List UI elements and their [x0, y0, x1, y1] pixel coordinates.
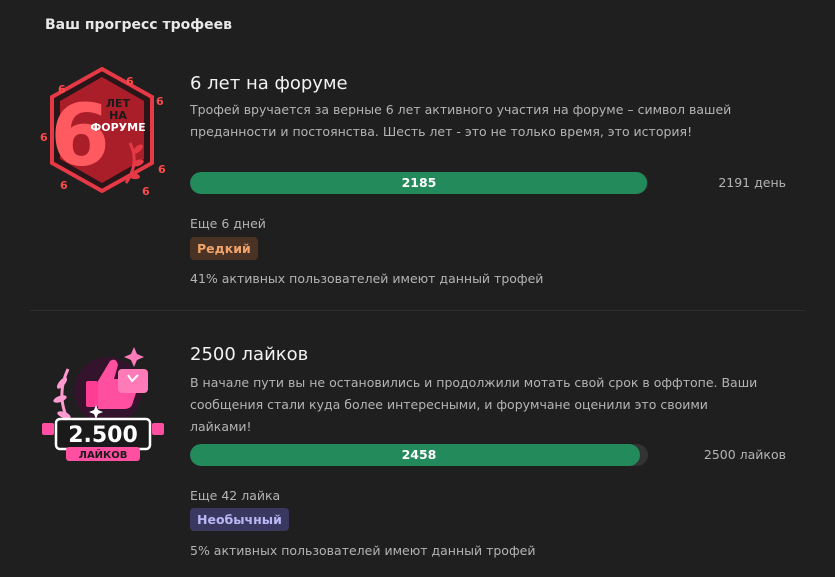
trophy-card-six-years: 6 ЛЕТ НА ФОРУМЕ 6 6 6 6 6 6 6 6 лет на ф… [0, 55, 835, 310]
remaining-text: Еще 6 дней [190, 216, 266, 231]
trophy-description: Трофей вручается за верные 6 лет активно… [190, 102, 732, 139]
svg-text:6: 6 [142, 185, 150, 198]
svg-text:6: 6 [126, 75, 134, 88]
svg-text:6: 6 [60, 179, 68, 192]
progress-value: 2458 [401, 447, 437, 462]
rarity-badge: Необычный [190, 508, 289, 531]
trophy-description: В начале пути вы не остановились и продо… [190, 375, 758, 434]
trophy-name: 2500 лайков [190, 344, 309, 365]
ownership-stat: 41% активных пользователей имеют данный … [190, 271, 544, 286]
svg-text:6: 6 [40, 131, 48, 144]
trophy-name: 6 лет на форуме [190, 73, 348, 94]
badge-big-number: 2.500 [68, 423, 138, 448]
rarity-badge: Редкий [190, 237, 258, 260]
trophy-card-2500-likes: 2.500 ЛАЙКОВ 2500 лайков В начале пути в… [0, 311, 835, 577]
section-title: Ваш прогресс трофеев [45, 17, 232, 33]
svg-text:6: 6 [156, 95, 164, 108]
ownership-stat: 5% активных пользователей имеют данный т… [190, 543, 536, 558]
progress-target: 2191 день [718, 175, 786, 190]
svg-text:6: 6 [158, 163, 166, 176]
progress-target: 2500 лайков [703, 447, 786, 462]
badge-big-number: 6 [50, 86, 110, 186]
progress-bar: 2458 [190, 444, 648, 466]
progress-value: 2185 [401, 175, 437, 190]
svg-text:6: 6 [58, 83, 66, 96]
remaining-text: Еще 42 лайка [190, 488, 281, 503]
badge-label: ЛАЙКОВ [79, 448, 128, 461]
six-years-badge-icon: 6 ЛЕТ НА ФОРУМЕ 6 6 6 6 6 6 6 [40, 66, 166, 198]
progress-bar: 2185 [190, 172, 648, 194]
likes-2500-badge-icon: 2.500 ЛАЙКОВ [42, 347, 164, 461]
badge-line3: ФОРУМЕ [90, 121, 145, 134]
